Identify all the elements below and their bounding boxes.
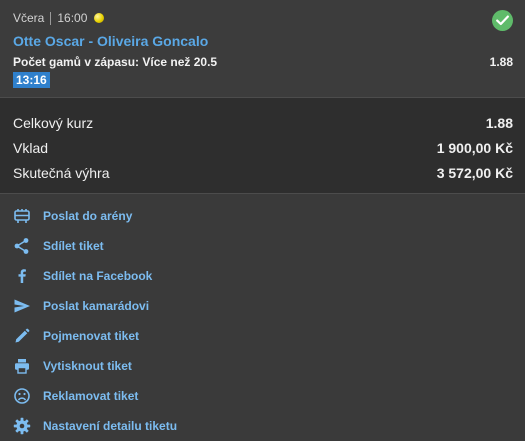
- sad-face-icon: [14, 388, 30, 404]
- gear-icon: [13, 417, 31, 435]
- bet-card: Včera 16:00 Otte Oscar - Oliveira Goncal…: [0, 0, 525, 98]
- share-ticket-button[interactable]: Sdílet tiket: [0, 231, 525, 261]
- event-time-badge: 13:16: [13, 72, 50, 88]
- action-label: Poslat kamarádovi: [43, 299, 150, 313]
- summary-value: 1.88: [485, 115, 513, 131]
- ticket-summary: Celkový kurz 1.88 Vklad 1 900,00 Kč Skut…: [0, 98, 525, 194]
- match-link[interactable]: Otte Oscar - Oliveira Goncalo: [13, 33, 208, 49]
- ticket-detail-settings-button[interactable]: Nastavení detailu tiketu: [0, 411, 525, 441]
- bet-meta: Včera 16:00: [13, 11, 105, 25]
- tennis-ball-icon: [94, 13, 105, 23]
- print-ticket-button[interactable]: Vytisknout tiket: [0, 351, 525, 381]
- bet-day: Včera: [13, 11, 45, 25]
- action-label: Poslat do arény: [43, 209, 133, 223]
- print-icon: [15, 359, 29, 374]
- arena-icon: [14, 209, 30, 223]
- send-to-friend-button[interactable]: Poslat kamarádovi: [0, 291, 525, 321]
- summary-stake: Vklad 1 900,00 Kč: [13, 140, 513, 156]
- complain-ticket-button[interactable]: Reklamovat tiket: [0, 381, 525, 411]
- bet-market: Počet gamů v zápasu: Více než 20.5: [13, 55, 218, 69]
- action-label: Sdílet na Facebook: [43, 269, 153, 283]
- summary-total-odds: Celkový kurz 1.88: [13, 115, 513, 131]
- share-facebook-button[interactable]: Sdílet na Facebook: [0, 261, 525, 291]
- share-icon: [14, 238, 29, 254]
- summary-label: Skutečná výhra: [13, 165, 110, 181]
- action-label: Sdílet tiket: [43, 239, 104, 253]
- bet-time: 16:00: [57, 11, 88, 25]
- summary-label: Celkový kurz: [13, 115, 94, 131]
- check-circle-icon: [492, 10, 513, 31]
- summary-actual-win: Skutečná výhra 3 572,00 Kč: [13, 165, 513, 181]
- action-label: Pojmenovat tiket: [43, 329, 140, 343]
- rename-ticket-button[interactable]: Pojmenovat tiket: [0, 321, 525, 351]
- pencil-icon: [15, 328, 30, 343]
- action-label: Reklamovat tiket: [43, 389, 139, 403]
- send-icon: [14, 299, 30, 313]
- send-to-arena-button[interactable]: Poslat do arény: [0, 201, 525, 231]
- facebook-icon: [18, 269, 26, 283]
- bet-odd: 1.88: [489, 55, 513, 69]
- summary-value: 3 572,00 Kč: [436, 165, 513, 181]
- summary-value: 1 900,00 Kč: [436, 140, 513, 156]
- action-label: Nastavení detailu tiketu: [43, 419, 178, 433]
- summary-label: Vklad: [13, 140, 49, 156]
- action-label: Vytisknout tiket: [43, 359, 132, 373]
- meta-divider: [50, 11, 52, 25]
